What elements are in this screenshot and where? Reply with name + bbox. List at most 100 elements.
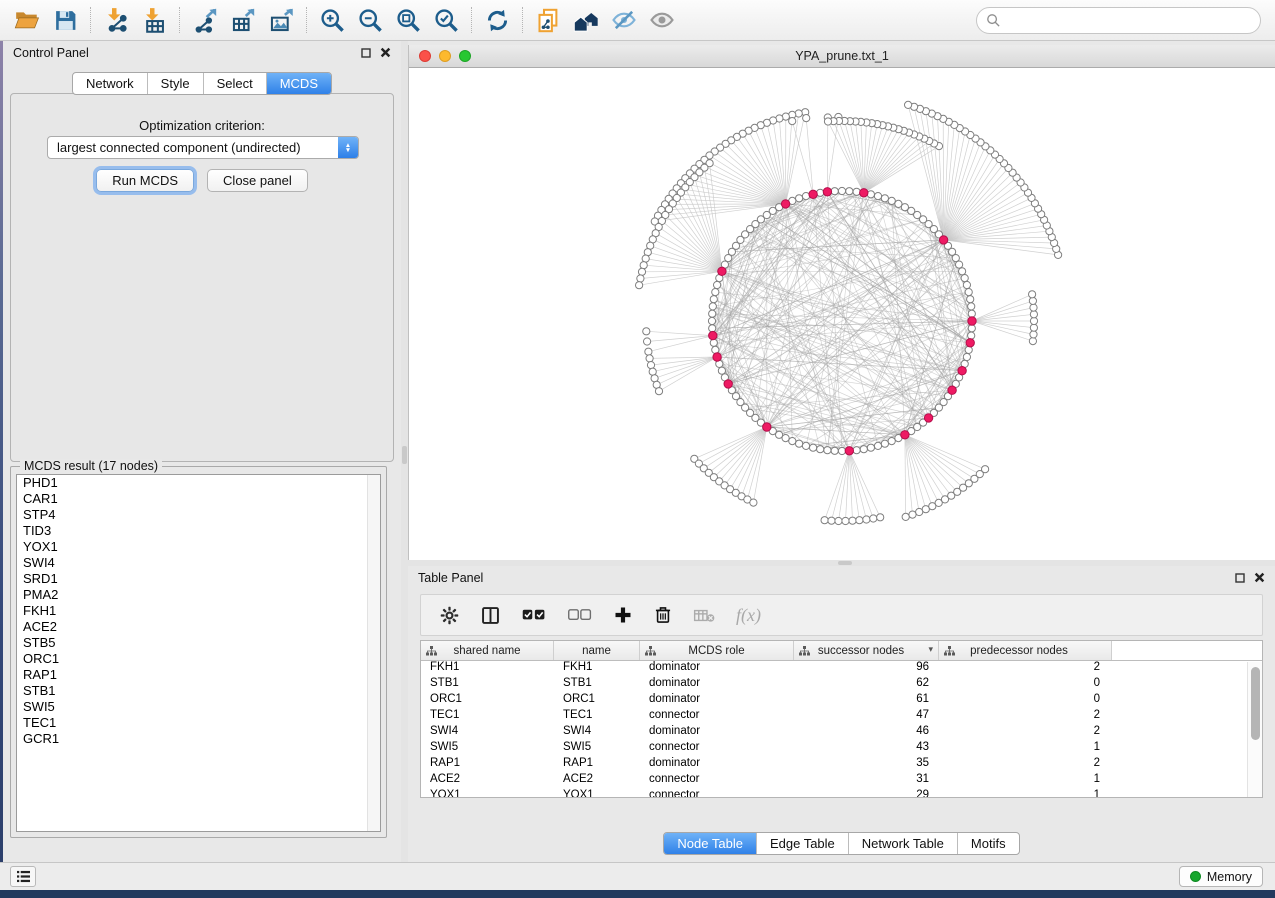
table-cell[interactable]: 31	[794, 773, 939, 789]
zoom-in-button[interactable]	[313, 3, 351, 37]
network-node[interactable]	[649, 368, 656, 375]
select-all-button[interactable]	[521, 606, 547, 624]
network-node[interactable]	[1030, 311, 1037, 318]
column-header-MCDS-role[interactable]: MCDS role	[640, 641, 794, 660]
network-node[interactable]	[877, 514, 884, 521]
mcds-node[interactable]	[901, 431, 909, 439]
mcds-result-item[interactable]: FKH1	[17, 603, 380, 619]
network-node[interactable]	[1029, 338, 1036, 345]
export-network-button[interactable]	[186, 3, 224, 37]
network-node[interactable]	[909, 511, 916, 518]
network-node[interactable]	[750, 499, 757, 506]
network-node[interactable]	[860, 446, 867, 453]
table-cell[interactable]: FKH1	[554, 661, 640, 677]
column-header-shared-name[interactable]: shared name	[421, 641, 554, 660]
tab-motifs[interactable]: Motifs	[957, 833, 1019, 854]
export-image-button[interactable]	[262, 3, 300, 37]
network-node[interactable]	[714, 281, 721, 288]
table-row[interactable]: YOX1YOX1connector291	[421, 789, 1262, 798]
network-node[interactable]	[710, 339, 717, 346]
network-node[interactable]	[968, 303, 975, 310]
search-input[interactable]	[1001, 11, 1260, 31]
home-view-button[interactable]	[567, 3, 605, 37]
network-node[interactable]	[824, 447, 831, 454]
mcds-node[interactable]	[958, 367, 966, 375]
table-cell[interactable]: connector	[640, 773, 794, 789]
mcds-node[interactable]	[709, 331, 717, 339]
network-node[interactable]	[881, 195, 888, 202]
table-cell[interactable]: RAP1	[421, 757, 554, 773]
zoom-selected-button[interactable]	[427, 3, 465, 37]
table-cell[interactable]: 2	[939, 757, 1112, 773]
table-cell[interactable]: 1	[939, 741, 1112, 757]
table-cell[interactable]: 2	[939, 709, 1112, 725]
mcds-result-item[interactable]: STB1	[17, 683, 380, 699]
network-titlebar[interactable]: YPA_prune.txt_1	[409, 45, 1275, 68]
network-node[interactable]	[708, 317, 715, 324]
table-cell[interactable]: ACE2	[554, 773, 640, 789]
network-node[interactable]	[644, 338, 651, 345]
show-task-history-button[interactable]	[10, 866, 36, 887]
network-node[interactable]	[796, 440, 803, 447]
table-cell[interactable]: dominator	[640, 725, 794, 741]
table-row[interactable]: RAP1RAP1dominator352	[421, 757, 1262, 773]
table-cell[interactable]: TEC1	[554, 709, 640, 725]
network-node[interactable]	[867, 444, 874, 451]
table-scrollbar[interactable]	[1247, 662, 1262, 797]
mcds-result-item[interactable]: ACE2	[17, 619, 380, 635]
mcds-result-item[interactable]: CAR1	[17, 491, 380, 507]
network-node[interactable]	[810, 444, 817, 451]
import-table-button[interactable]	[135, 3, 173, 37]
network-node[interactable]	[982, 466, 989, 473]
network-node[interactable]	[803, 115, 810, 122]
mcds-node[interactable]	[713, 353, 721, 361]
hide-annotations-button[interactable]	[605, 3, 643, 37]
column-header-successor-nodes[interactable]: successor nodes▾	[794, 641, 939, 660]
network-node[interactable]	[835, 517, 842, 524]
mcds-result-item[interactable]: YOX1	[17, 539, 380, 555]
open-file-button[interactable]	[8, 3, 46, 37]
network-node[interactable]	[895, 200, 902, 207]
network-node[interactable]	[828, 517, 835, 524]
mcds-node[interactable]	[948, 386, 956, 394]
run-mcds-button[interactable]: Run MCDS	[96, 169, 194, 192]
mcds-node[interactable]	[924, 414, 932, 422]
tab-network[interactable]: Network	[73, 73, 147, 94]
table-cell[interactable]: dominator	[640, 661, 794, 677]
table-cell[interactable]: 62	[794, 677, 939, 693]
column-header-name[interactable]: name	[554, 641, 640, 660]
network-node[interactable]	[849, 517, 856, 524]
table-settings-button[interactable]	[439, 605, 460, 626]
table-cell[interactable]: 47	[794, 709, 939, 725]
network-node[interactable]	[709, 325, 716, 332]
zoom-out-button[interactable]	[351, 3, 389, 37]
table-cell[interactable]: RAP1	[554, 757, 640, 773]
table-row[interactable]: STB1STB1dominator620	[421, 677, 1262, 693]
network-node[interactable]	[831, 188, 838, 195]
table-cell[interactable]: dominator	[640, 677, 794, 693]
network-node[interactable]	[1030, 317, 1037, 324]
close-panel-icon[interactable]	[380, 47, 391, 58]
table-cell[interactable]: 46	[794, 725, 939, 741]
network-node[interactable]	[712, 289, 719, 296]
mcds-result-item[interactable]: RAP1	[17, 667, 380, 683]
network-node[interactable]	[888, 438, 895, 445]
tab-node-table[interactable]: Node Table	[664, 833, 756, 854]
memory-button[interactable]: Memory	[1179, 866, 1263, 887]
mcds-result-item[interactable]: SWI4	[17, 555, 380, 571]
tab-select[interactable]: Select	[203, 73, 266, 94]
network-node[interactable]	[963, 353, 970, 360]
network-node[interactable]	[968, 310, 975, 317]
table-row[interactable]: FKH1FKH1dominator962	[421, 661, 1262, 677]
tab-edge-table[interactable]: Edge Table	[756, 833, 848, 854]
mcds-node[interactable]	[718, 267, 726, 275]
network-node[interactable]	[881, 440, 888, 447]
network-node[interactable]	[959, 268, 966, 275]
mcds-result-item[interactable]: STP4	[17, 507, 380, 523]
create-column-button[interactable]	[613, 605, 633, 625]
zoom-fit-button[interactable]	[389, 3, 427, 37]
network-node[interactable]	[655, 388, 662, 395]
network-node[interactable]	[856, 517, 863, 524]
vertical-splitter-handle[interactable]	[402, 446, 407, 464]
table-cell[interactable]: ACE2	[421, 773, 554, 789]
